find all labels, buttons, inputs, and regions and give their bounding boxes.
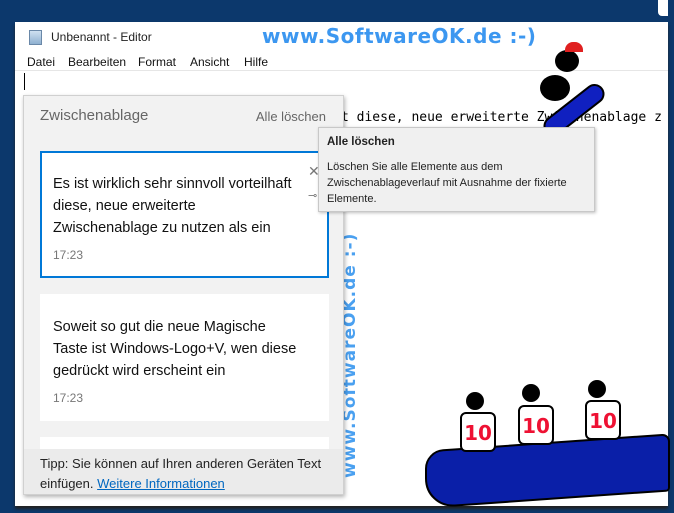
tooltip-title: Alle löschen [327, 136, 395, 148]
menu-ansicht[interactable]: Ansicht [190, 55, 229, 69]
score-card: 10 [460, 412, 496, 452]
score-card: 10 [585, 400, 621, 440]
clipboard-item-time: 17:23 [53, 391, 84, 405]
clipboard-item-text: Soweit so gut die neue Magische Taste is… [53, 319, 297, 379]
score-card: 10 [518, 405, 554, 445]
clipboard-panel: Zwischenablage Alle löschen Es ist wirkl… [23, 95, 344, 495]
tooltip-body: Löschen Sie alle Elemente aus dem Zwisch… [327, 161, 567, 205]
editor-text[interactable]: t diese, neue erweiterte Zwischenablage … [341, 110, 662, 125]
pin-icon[interactable]: ⊸ [308, 189, 317, 202]
more-info-link[interactable]: Weitere Informationen [97, 476, 225, 491]
clipboard-footer: Tipp: Sie können auf Ihren anderen Gerät… [24, 449, 343, 494]
text-caret [24, 73, 25, 90]
clipboard-item-time: 17:23 [53, 248, 84, 262]
tooltip: Alle löschen Löschen Sie alle Elemente a… [318, 127, 595, 212]
notepad-icon [29, 30, 42, 45]
menu-hilfe[interactable]: Hilfe [244, 55, 268, 69]
clear-all-button[interactable]: Alle löschen [256, 109, 326, 124]
clipboard-item[interactable]: Es ist wirklich sehr sinnvoll vorteilhaf… [40, 151, 329, 278]
watermark-logo: www.SoftwareOK.de :-) [262, 24, 537, 48]
clipboard-title: Zwischenablage [40, 107, 149, 124]
clipboard-item-text: Es ist wirklich sehr sinnvoll vorteilhaf… [53, 176, 292, 236]
desktop-corner-icon [658, 0, 668, 16]
window-title: Unbenannt - Editor [51, 30, 152, 44]
menu-datei[interactable]: Datei [27, 55, 55, 69]
clipboard-item[interactable]: Soweit so gut die neue Magische Taste is… [40, 294, 329, 421]
menu-format[interactable]: Format [138, 55, 176, 69]
menu-bearbeiten[interactable]: Bearbeiten [68, 55, 126, 69]
